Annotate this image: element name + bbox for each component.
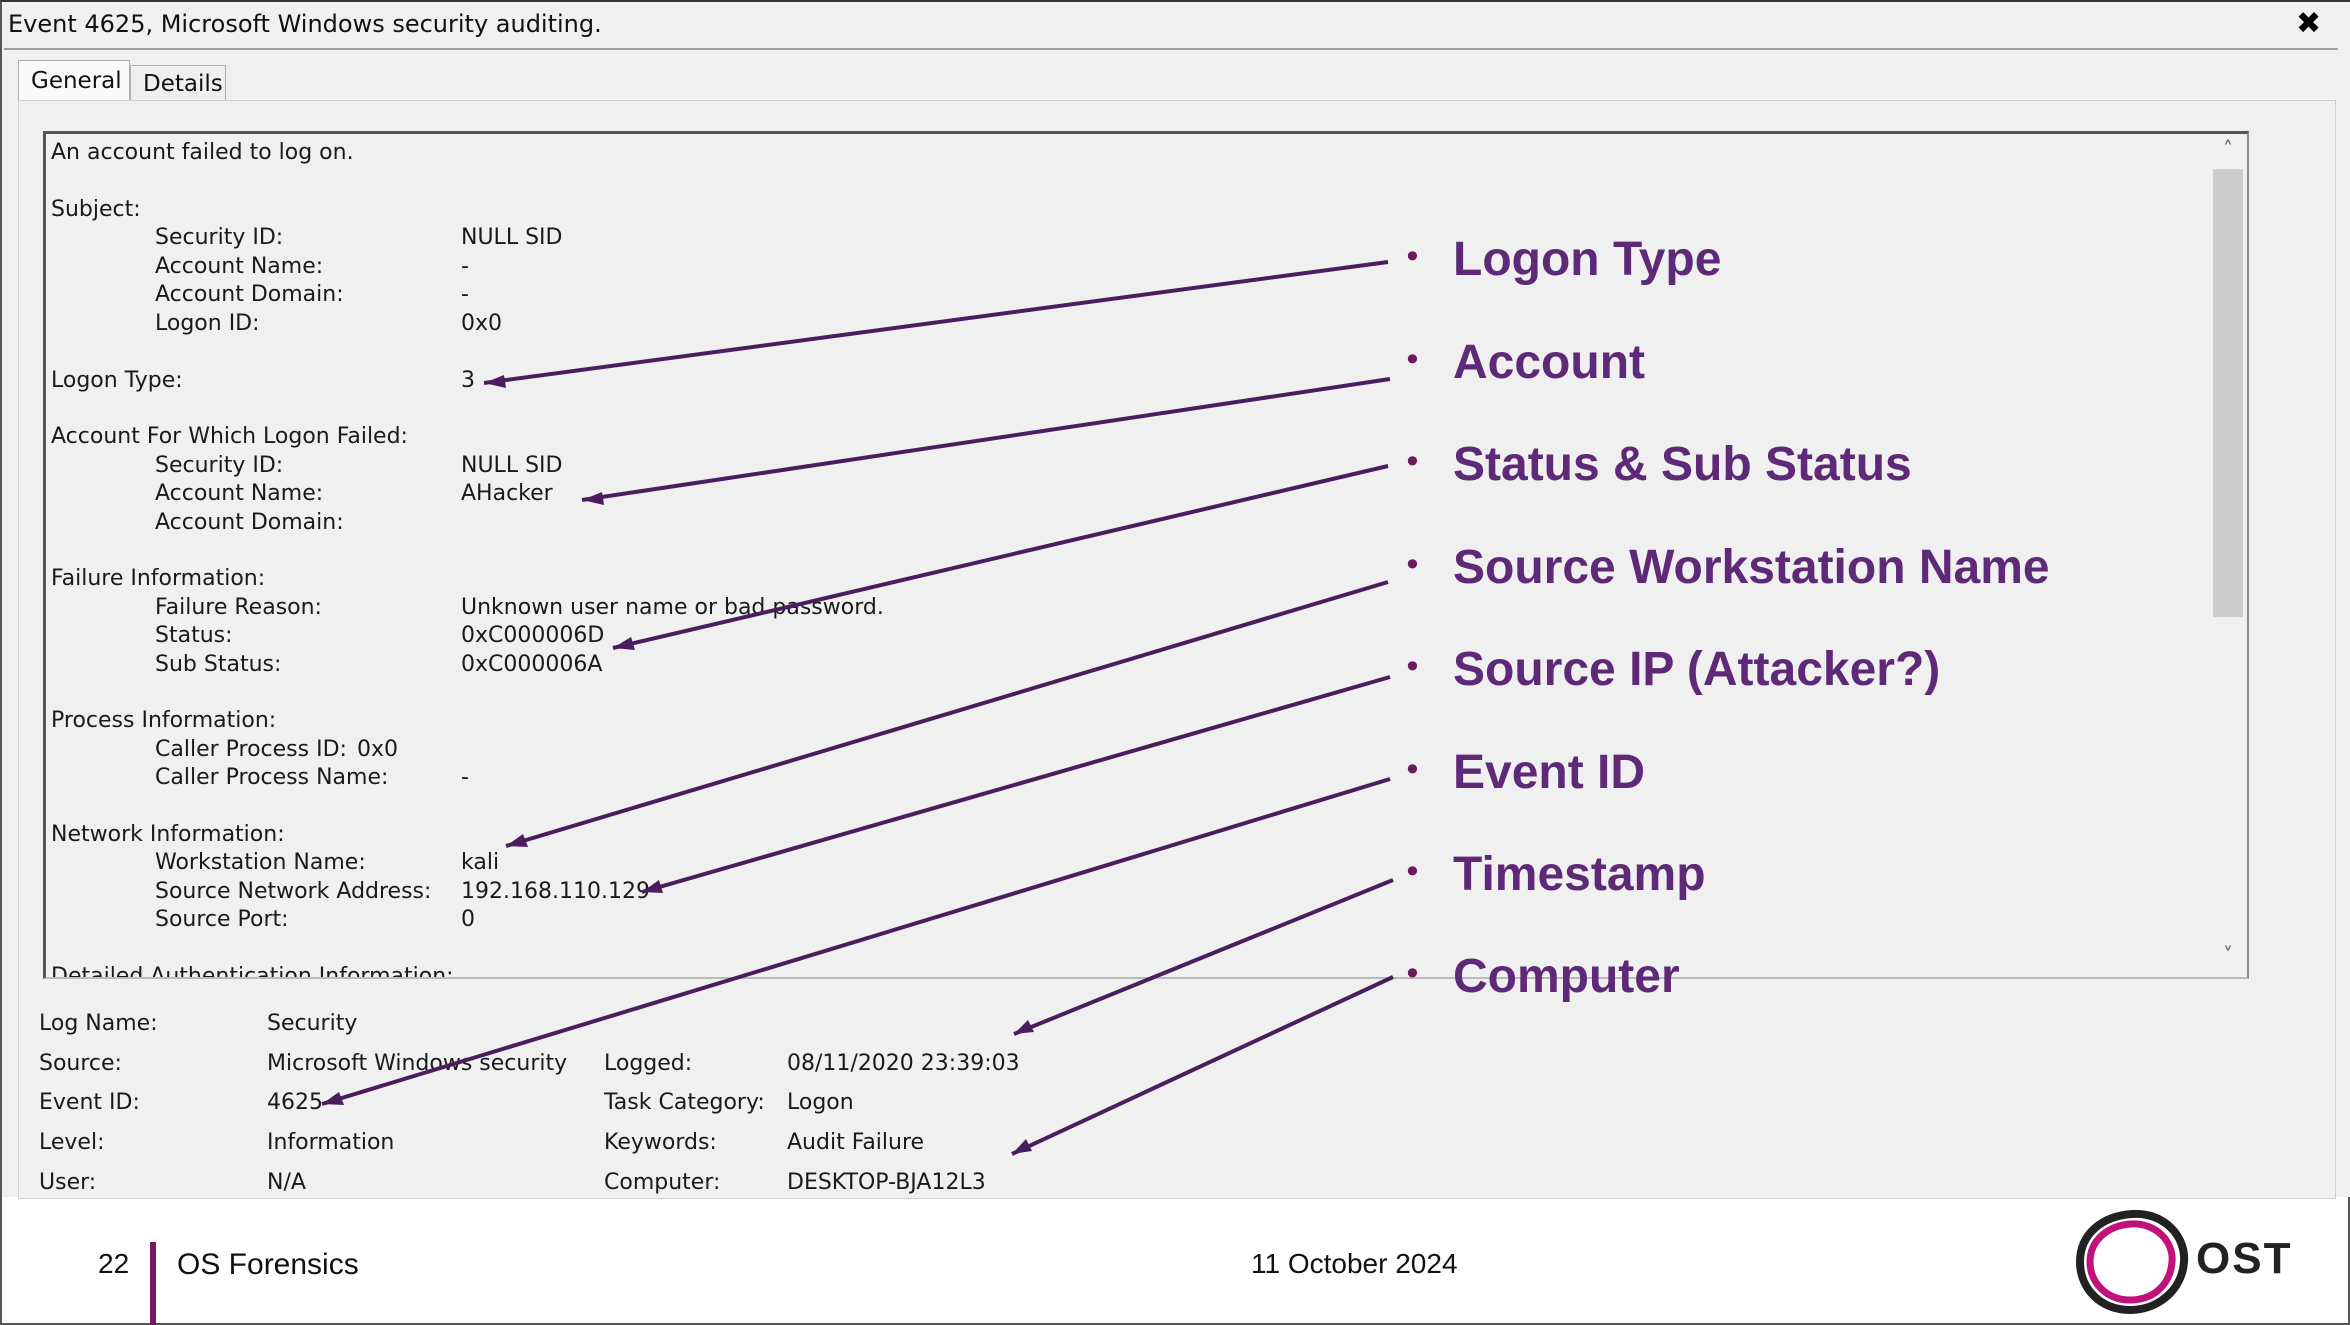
- footer-date: 11 October 2024: [1251, 1248, 1458, 1279]
- annotation-arrows: [321, 260, 1394, 1156]
- annotation-bullet: •: [1403, 648, 1422, 686]
- annotation-bullet: •: [1403, 546, 1422, 584]
- arrowhead: [322, 1092, 344, 1105]
- footer-title: OS Forensics: [177, 1248, 359, 1281]
- annotation-bullet: •: [1403, 955, 1422, 993]
- annotation-bullet: •: [1403, 341, 1422, 379]
- arrow-timestamp: [1013, 878, 1394, 1036]
- arrowhead: [506, 834, 528, 847]
- arrowhead: [1014, 1020, 1034, 1034]
- annotation-status: Status & Sub Status: [1453, 438, 1912, 491]
- annotation-event-id: Event ID: [1453, 746, 1646, 799]
- annotation-bullet: •: [1403, 853, 1422, 891]
- arrow-account: [581, 377, 1391, 502]
- annotation-bullet: •: [1403, 238, 1422, 276]
- footer-accent-bar: [150, 1242, 156, 1325]
- arrow-status: [612, 464, 1389, 650]
- page-number: 22: [98, 1248, 130, 1279]
- annotation-bullet: •: [1403, 443, 1422, 481]
- annotation-bullet: •: [1403, 751, 1422, 789]
- arrow-computer: [1011, 975, 1394, 1156]
- annotation-account: Account: [1453, 336, 1645, 389]
- arrowhead: [1012, 1139, 1032, 1154]
- arrow-event-id: [321, 777, 1391, 1106]
- ost-logo-icon: [2075, 1209, 2189, 1315]
- arrow-logon-type: [483, 260, 1389, 385]
- annotation-source-ip: Source IP (Attacker?): [1453, 643, 1941, 696]
- arrow-source-ip: [641, 675, 1391, 894]
- annotation-timestamp: Timestamp: [1453, 848, 1706, 901]
- arrowhead: [642, 880, 663, 893]
- annotation-computer: Computer: [1453, 950, 1680, 1003]
- arrowhead: [613, 637, 635, 650]
- annotation-workstation: Source Workstation Name: [1453, 541, 2050, 594]
- logo-text: OST: [2196, 1234, 2293, 1283]
- annotation-logon-type: Logon Type: [1453, 233, 1722, 286]
